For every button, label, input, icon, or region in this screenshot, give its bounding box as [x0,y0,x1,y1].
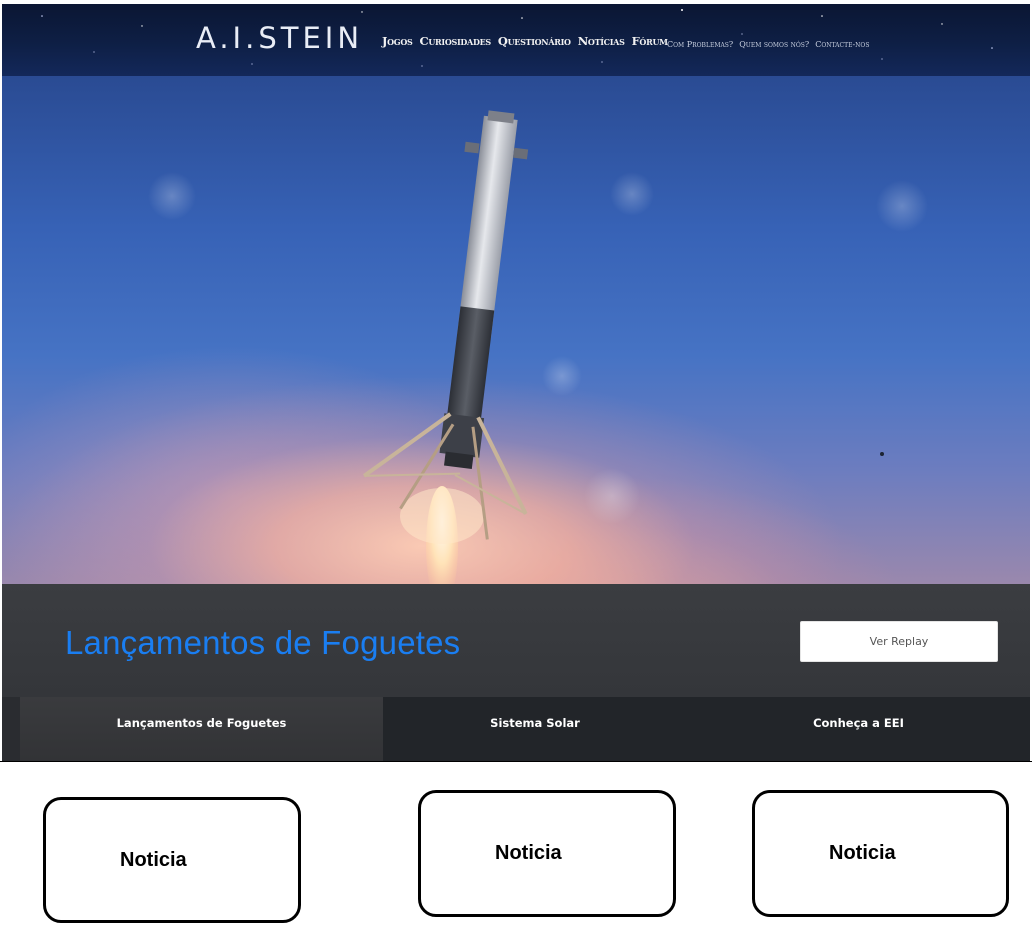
subnav-item-problemas[interactable]: Com Problemas? [667,40,733,49]
site-logo[interactable]: A.I.STEIN [196,24,363,53]
rocket-illustration [148,110,928,584]
divider [0,761,1032,762]
content-tabs: Lançamentos de Foguetes Sistema Solar Co… [2,697,1030,761]
news-card[interactable]: Noticia [418,790,676,917]
news-card-label: Noticia [495,842,562,864]
news-card-label: Noticia [120,849,187,871]
main-nav: Jogos Curiosidades Questionário Notícias… [382,34,668,48]
nav-item-forum[interactable]: Fórum [632,34,668,48]
nav-item-jogos[interactable]: Jogos [382,34,413,48]
news-card[interactable]: Noticia [43,797,301,923]
tab-sistema-solar[interactable]: Sistema Solar [383,697,687,761]
replay-button[interactable]: Ver Replay [800,621,998,662]
nav-item-questionario[interactable]: Questionário [498,34,571,48]
tab-lancamentos[interactable]: Lançamentos de Foguetes [20,697,383,761]
news-card-label: Noticia [829,842,896,864]
news-card[interactable]: Noticia [752,790,1009,917]
tab-conheca-eei[interactable]: Conheça a EEI [687,697,1030,761]
secondary-nav: Com Problemas? Quem somos nós? Contacte-… [667,40,869,49]
hero-caption-bar: Lançamentos de Foguetes Ver Replay [2,584,1030,697]
nav-item-noticias[interactable]: Notícias [578,34,625,48]
hero-title: Lançamentos de Foguetes [65,624,461,661]
top-navigation-bar: A.I.STEIN Jogos Curiosidades Questionári… [2,4,1030,76]
tab-spacer [2,697,20,761]
subnav-item-quem-somos[interactable]: Quem somos nós? [739,40,809,49]
subnav-item-contacte[interactable]: Contacte-nos [815,40,869,49]
nav-item-curiosidades[interactable]: Curiosidades [420,34,492,48]
hero-rocket-image [2,76,1030,584]
